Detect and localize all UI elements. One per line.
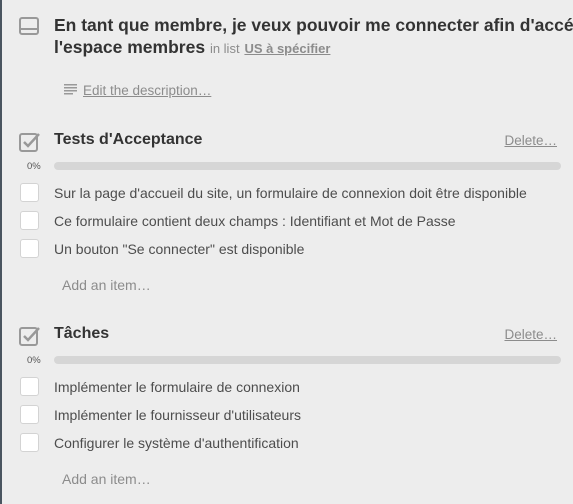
item-text[interactable]: Configurer le système d'authentification <box>54 435 299 451</box>
card-title-line1: En tant que membre, je veux pouvoir me c… <box>54 15 573 35</box>
delete-checklist-link[interactable]: Delete… <box>504 327 557 342</box>
checklist-item: Implémenter le formulaire de connexion <box>2 375 573 399</box>
item-checkbox[interactable] <box>20 433 39 452</box>
add-item-link[interactable]: Add an item… <box>62 277 151 293</box>
item-checkbox[interactable] <box>20 183 39 202</box>
add-item-link[interactable]: Add an item… <box>62 471 151 487</box>
item-checkbox[interactable] <box>20 211 39 230</box>
item-text[interactable]: Sur la page d'accueil du site, un formul… <box>54 185 527 201</box>
progress-bar <box>54 356 561 364</box>
in-list-prefix: in list <box>209 41 240 56</box>
edit-description-label: Edit the description… <box>83 83 212 98</box>
item-checkbox[interactable] <box>20 405 39 424</box>
item-checkbox[interactable] <box>20 377 39 396</box>
card-title[interactable]: En tant que membre, je veux pouvoir me c… <box>54 14 573 60</box>
edit-description-link[interactable]: Edit the description… <box>64 83 211 98</box>
item-text[interactable]: Un bouton "Se connecter" est disponible <box>54 241 304 257</box>
progress-percent: 0% <box>27 161 41 172</box>
checklist-title[interactable]: Tâches <box>54 325 109 343</box>
checklist-icon <box>19 131 41 153</box>
card-detail-modal: En tant que membre, je veux pouvoir me c… <box>2 0 573 504</box>
checklist-icon <box>19 325 41 347</box>
item-text[interactable]: Ce formulaire contient deux champs : Ide… <box>54 213 456 229</box>
item-text[interactable]: Implémenter le fournisseur d'utilisateur… <box>54 407 301 423</box>
checklist-item: Sur la page d'accueil du site, un formul… <box>2 181 573 205</box>
card-title-line2: l'espace membres <box>54 37 206 57</box>
checklist-title[interactable]: Tests d'Acceptance <box>54 131 202 149</box>
checklist-item: Un bouton "Se connecter" est disponible <box>2 237 573 261</box>
checklist-item: Configurer le système d'authentification <box>2 431 573 455</box>
progress-bar <box>54 162 561 170</box>
card-icon <box>19 17 39 35</box>
item-checkbox[interactable] <box>20 239 39 258</box>
checklist-item: Implémenter le fournisseur d'utilisateur… <box>2 403 573 427</box>
list-name-link[interactable]: US à spécifier <box>244 41 330 56</box>
item-text[interactable]: Implémenter le formulaire de connexion <box>54 379 300 395</box>
delete-checklist-link[interactable]: Delete… <box>504 133 557 148</box>
progress-percent: 0% <box>27 355 41 366</box>
checklist-item: Ce formulaire contient deux champs : Ide… <box>2 209 573 233</box>
description-icon <box>64 83 77 98</box>
